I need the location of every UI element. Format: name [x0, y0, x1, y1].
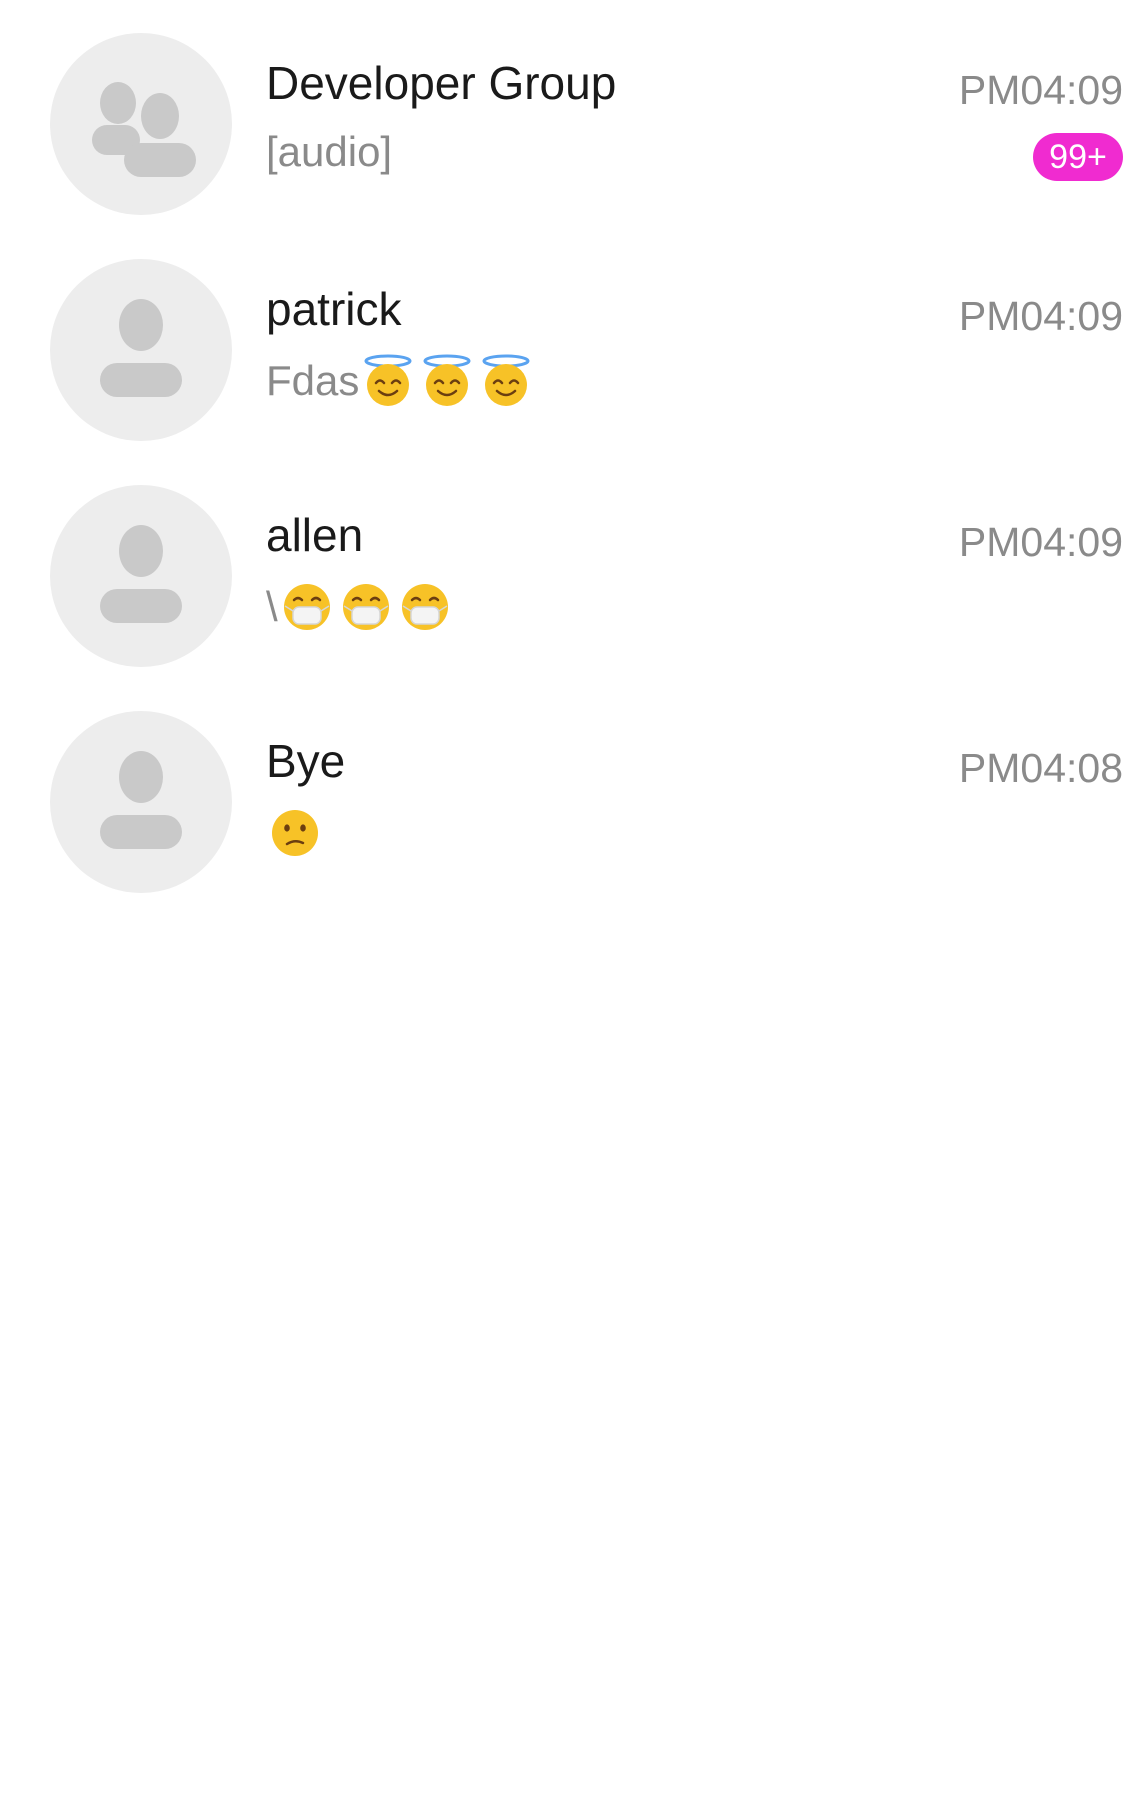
conversation-list: Developer Group [audio] PM04:09 99+ patr… [0, 0, 1137, 904]
conversation-name: Bye [266, 735, 346, 787]
conversation-item-developer-group[interactable]: Developer Group [audio] PM04:09 99+ [0, 0, 1137, 226]
user-avatar-icon [50, 485, 232, 667]
conversation-time: PM04:08 [958, 745, 1123, 791]
preview-text: Fdas [266, 357, 360, 404]
halo-smile-emoji-icon [423, 354, 471, 406]
conversation-time: PM04:09 [958, 293, 1123, 339]
conversation-preview: Fdas [266, 354, 533, 408]
halo-smile-emoji-icon [364, 354, 412, 406]
conversation-name: Developer Group [266, 57, 617, 109]
conversation-preview [266, 806, 322, 860]
mask-face-emoji-icon [283, 584, 330, 630]
conversation-item-patrick[interactable]: patrick Fdas PM04:09 [0, 226, 1137, 452]
conversation-name: allen [266, 509, 364, 561]
conversation-time: PM04:09 [958, 519, 1123, 565]
preview-text: [audio] [266, 128, 393, 175]
halo-smile-emoji-icon [482, 354, 530, 406]
conversation-time: PM04:09 [958, 67, 1123, 113]
conversation-preview: [audio] [266, 128, 392, 176]
conversation-preview: \ [266, 580, 452, 634]
conversation-item-allen[interactable]: allen \ PM04:09 [0, 452, 1137, 678]
unread-badge: 99+ [1033, 133, 1123, 181]
mask-face-emoji-icon [401, 584, 448, 630]
confused-face-emoji-icon [272, 810, 318, 856]
conversation-item-bye[interactable]: Bye PM04:08 [0, 678, 1137, 904]
user-avatar-icon [50, 259, 232, 441]
group-avatar-icon [50, 33, 232, 215]
mask-face-emoji-icon [342, 584, 389, 630]
preview-text: \ [266, 583, 278, 630]
user-avatar-icon [50, 711, 232, 893]
conversation-name: patrick [266, 283, 402, 335]
